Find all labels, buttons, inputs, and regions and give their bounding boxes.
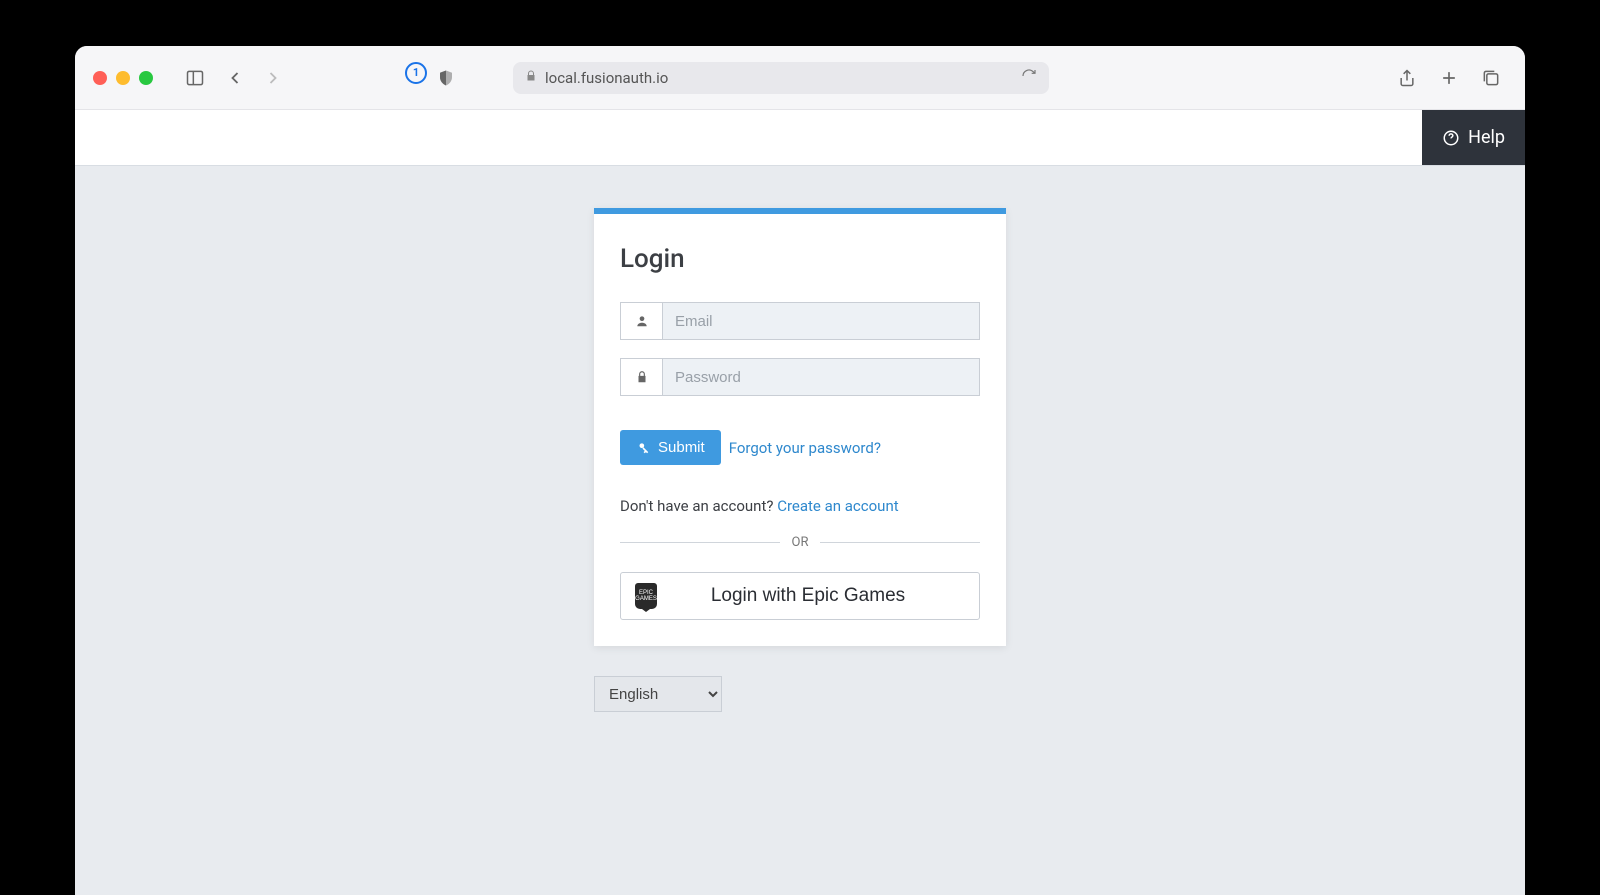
app-header: Help — [75, 110, 1525, 166]
no-account-text: Don't have an account? — [620, 497, 777, 515]
new-tab-icon[interactable] — [1433, 62, 1465, 94]
window-controls — [93, 71, 153, 85]
page-viewport: Help Login — [75, 110, 1525, 895]
minimize-window-button[interactable] — [116, 71, 130, 85]
forgot-password-link[interactable]: Forgot your password? — [729, 439, 881, 457]
email-row — [620, 302, 980, 340]
onepassword-extension-icon[interactable]: 1 — [405, 62, 427, 84]
signup-line: Don't have an account? Create an account — [620, 497, 980, 515]
language-select[interactable]: English — [594, 676, 722, 712]
reload-icon[interactable] — [1021, 68, 1037, 88]
browser-window: 1 local.fusionauth.io — [75, 46, 1525, 895]
share-icon[interactable] — [1391, 62, 1423, 94]
epic-games-icon: EPIC GAMES — [635, 583, 657, 609]
submit-label: Submit — [658, 439, 705, 456]
submit-button[interactable]: Submit — [620, 430, 721, 465]
password-input[interactable] — [662, 358, 980, 396]
login-epic-games-button[interactable]: EPIC GAMES Login with Epic Games — [620, 572, 980, 620]
url-text: local.fusionauth.io — [545, 69, 668, 87]
privacy-shield-icon[interactable] — [435, 62, 457, 94]
key-icon — [636, 441, 650, 455]
or-label: OR — [792, 535, 809, 550]
user-icon — [620, 302, 662, 340]
help-label: Help — [1468, 127, 1505, 148]
forward-button[interactable] — [257, 62, 289, 94]
login-card: Login Submit — [594, 208, 1006, 646]
maximize-window-button[interactable] — [139, 71, 153, 85]
or-divider: OR — [620, 535, 980, 550]
password-row — [620, 358, 980, 396]
language-select-wrap: English — [594, 676, 722, 712]
url-bar[interactable]: local.fusionauth.io — [513, 62, 1049, 94]
close-window-button[interactable] — [93, 71, 107, 85]
create-account-link[interactable]: Create an account — [777, 497, 898, 515]
login-title: Login — [620, 244, 980, 274]
email-input[interactable] — [662, 302, 980, 340]
help-button[interactable]: Help — [1422, 110, 1525, 165]
sso-label: Login with Epic Games — [671, 585, 965, 607]
tabs-overview-icon[interactable] — [1475, 62, 1507, 94]
lock-icon — [620, 358, 662, 396]
back-button[interactable] — [219, 62, 251, 94]
login-area: Login Submit — [75, 166, 1525, 712]
lock-icon — [525, 69, 537, 87]
browser-chrome: 1 local.fusionauth.io — [75, 46, 1525, 110]
sidebar-toggle-icon[interactable] — [179, 62, 211, 94]
help-icon — [1442, 129, 1460, 147]
